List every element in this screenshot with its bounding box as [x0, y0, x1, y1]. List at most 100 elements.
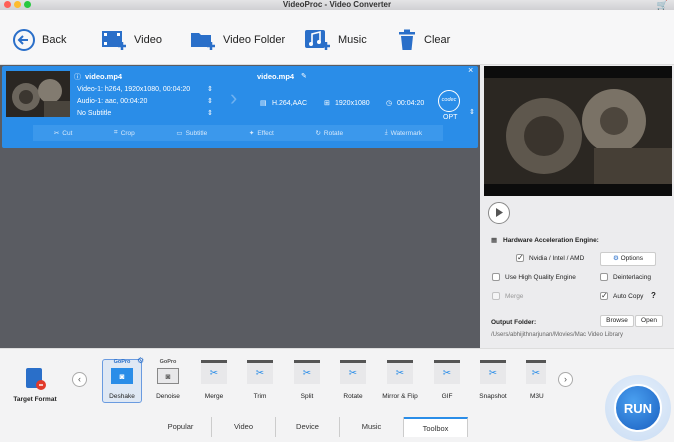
nvidia-label: Nvidia / Intel / AMD	[529, 255, 585, 262]
tool-m3u[interactable]: ✂ M3U	[522, 360, 552, 400]
trim-icon: ✂	[247, 360, 273, 384]
merge-checkbox[interactable]	[492, 292, 500, 300]
deinterlacing-checkbox[interactable]	[600, 273, 608, 281]
back-button[interactable]: Back	[12, 27, 66, 53]
clear-button[interactable]: Clear	[396, 27, 450, 53]
denoise-icon: ◙	[157, 368, 179, 384]
clear-label: Clear	[424, 34, 451, 46]
output-folder-label: Output Folder:	[491, 319, 537, 326]
tool-rotate[interactable]: ✂ Rotate	[333, 360, 373, 400]
tool-mirror-flip-label: Mirror & Flip	[382, 393, 418, 400]
tool-deshake-label: Deshake	[109, 393, 135, 400]
tab-device[interactable]: Device	[276, 417, 340, 437]
play-button[interactable]	[488, 202, 510, 224]
subtitle-icon: ▭	[176, 130, 183, 137]
output-duration: 00:04:20	[397, 100, 425, 107]
auto-copy-label: Auto Copy	[613, 293, 644, 300]
tool-merge[interactable]: ✂ Merge	[194, 360, 234, 400]
video-thumbnail	[6, 71, 70, 117]
video-track-stepper-icon[interactable]: ⇕	[207, 85, 213, 94]
toolbar: Back Video Video Folder Music Clear	[0, 10, 674, 65]
tool-snapshot-label: Snapshot	[479, 393, 507, 400]
watermark-icon: ⤓	[384, 129, 388, 136]
watermark-button[interactable]: ⤓ Watermark	[385, 129, 422, 137]
resolution-icon: ⊞	[324, 100, 330, 107]
settings-gear-icon[interactable]: ⚙	[137, 356, 144, 365]
browse-button[interactable]: Browse	[600, 315, 634, 327]
codec-option-button[interactable]: codec	[438, 90, 460, 112]
hardware-icon: ▦	[491, 237, 498, 244]
options-button[interactable]: ⚙ Options	[600, 252, 656, 266]
add-video-folder-button[interactable]: Video Folder	[189, 27, 285, 53]
source-file-name: video.mp4	[85, 72, 123, 81]
magic-wand-icon: ✦	[248, 130, 255, 137]
crop-button[interactable]: ⌗ Crop	[114, 129, 135, 137]
audio-track-stepper-icon[interactable]: ⇕	[207, 97, 213, 106]
rotate-tool-icon: ✂	[340, 360, 366, 384]
merge-label: Merge	[505, 293, 524, 300]
effect-button[interactable]: ✦ Effect	[248, 129, 274, 138]
play-icon	[496, 208, 503, 217]
tool-trim[interactable]: ✂ Trim	[240, 360, 280, 400]
tab-video[interactable]: Video	[212, 417, 276, 437]
tool-split[interactable]: ✂ Split	[287, 360, 327, 400]
opt-stepper-icon[interactable]: ⇕	[469, 108, 475, 117]
target-format-label: Target Format	[13, 396, 57, 403]
run-button[interactable]: RUN	[605, 375, 671, 441]
hw-accel-title: Hardware Acceleration Engine:	[503, 237, 599, 244]
gear-icon: ⚙	[612, 255, 619, 262]
target-format-icon	[26, 368, 46, 390]
rotate-button[interactable]: ↻ Rotate	[315, 129, 343, 138]
tool-gif-label: GIF	[441, 393, 453, 400]
help-icon[interactable]: ?	[651, 291, 656, 300]
convert-arrow-icon: ›	[230, 85, 238, 110]
edit-actions-bar: ✂ Cut ⌗ Crop ▭ Subtitle ✦ Effect ↻ Rotate ⤓ Wa…	[33, 125, 443, 141]
tool-deshake[interactable]: GoPro ◙ Deshake	[102, 359, 142, 400]
prev-arrow-button[interactable]: ‹	[72, 372, 87, 387]
tool-m3u-label: M3U	[530, 393, 544, 400]
subtitle-button[interactable]: ▭ Subtitle	[176, 129, 207, 138]
gif-icon: ✂	[434, 360, 460, 384]
subtitle-stepper-icon[interactable]: ⇕	[207, 109, 213, 118]
open-button[interactable]: Open	[635, 315, 663, 327]
audio-track[interactable]: Audio-1: aac, 00:04:20	[77, 97, 147, 106]
high-quality-checkbox[interactable]	[492, 273, 500, 281]
cut-button[interactable]: ✂ Cut	[53, 129, 73, 138]
high-quality-label: Use High Quality Engine	[505, 274, 576, 281]
tab-toolbox[interactable]: Toolbox	[404, 417, 468, 437]
tool-merge-label: Merge	[204, 393, 224, 400]
merge-icon: ✂	[201, 360, 227, 384]
tab-music[interactable]: Music	[340, 417, 404, 437]
cart-icon[interactable]: 🛒	[657, 0, 668, 10]
snapshot-icon: ✂	[480, 360, 506, 384]
next-arrow-button[interactable]: ›	[558, 372, 573, 387]
tool-snapshot[interactable]: ✂ Snapshot	[473, 360, 513, 400]
auto-copy-checkbox[interactable]	[600, 291, 608, 300]
add-video-button[interactable]: Video	[100, 27, 162, 53]
rotate-icon: ↻	[315, 130, 321, 137]
nvidia-checkbox[interactable]	[516, 253, 524, 262]
tool-gif[interactable]: ✂ GIF	[427, 360, 467, 400]
codec-badge-label: codec	[441, 97, 457, 103]
mirror-flip-icon: ✂	[387, 360, 413, 384]
edit-name-icon[interactable]: ✎	[301, 72, 307, 81]
output-folder-path[interactable]: /Users/abhijithnarjunan/Movies/Mac Video…	[491, 331, 623, 340]
options-label: Options	[620, 255, 644, 262]
watermark-label: Watermark	[390, 129, 423, 137]
m3u-icon: ✂	[526, 360, 546, 384]
clock-icon: ◷	[386, 100, 393, 107]
target-format-button[interactable]: Target Format	[8, 366, 62, 408]
video-folder-label: Video Folder	[223, 34, 286, 46]
tool-mirror-flip[interactable]: ✂ Mirror & Flip	[380, 360, 420, 400]
tab-popular[interactable]: Popular	[150, 417, 212, 437]
output-file-name: video.mp4	[257, 72, 295, 81]
close-task-icon[interactable]: ×	[468, 66, 473, 75]
scissors-icon: ✂	[53, 130, 60, 137]
info-icon[interactable]: ⓘ	[74, 72, 81, 82]
add-music-button[interactable]: Music	[304, 27, 367, 53]
split-icon: ✂	[294, 360, 320, 384]
tool-denoise[interactable]: GoPro ◙ Denoise	[148, 359, 188, 400]
tool-split-label: Split	[300, 393, 314, 400]
video-track[interactable]: Video-1: h264, 1920x1080, 00:04:20	[77, 85, 190, 94]
subtitle-track[interactable]: No Subtitle	[77, 109, 111, 118]
